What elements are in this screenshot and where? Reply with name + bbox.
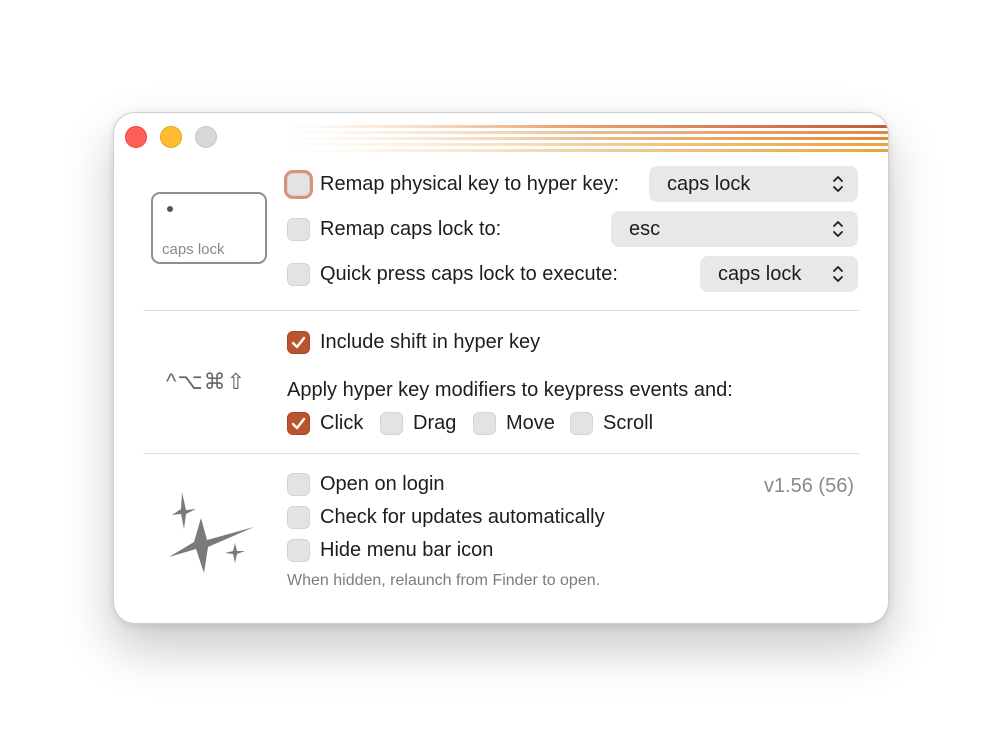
quick-press-popup[interactable]: caps lock <box>700 256 858 292</box>
hide-menu-bar-row: Hide menu bar icon <box>287 539 493 562</box>
event-drag-label: Drag <box>413 412 457 434</box>
remap-caps-lock-label: Remap caps lock to: <box>320 218 502 240</box>
remap-physical-key-row: Remap physical key to hyper key: <box>287 173 619 196</box>
event-move-label: Move <box>506 412 555 434</box>
hide-menu-bar-label: Hide menu bar icon <box>320 539 494 561</box>
include-shift-checkbox[interactable] <box>287 331 310 354</box>
modifier-symbols: ^⌥⌘⇧ <box>166 369 247 394</box>
physical-key-popup[interactable]: caps lock <box>649 166 858 202</box>
chevron-updown-icon <box>833 221 843 237</box>
settings-window: caps lock Remap physical key to hyper ke… <box>113 112 889 624</box>
event-drag-row: Drag <box>380 412 456 435</box>
event-scroll-row: Scroll <box>570 412 653 435</box>
check-updates-checkbox[interactable] <box>287 506 310 529</box>
version-label: v1.56 (56) <box>763 475 854 497</box>
chevron-updown-icon <box>833 176 843 192</box>
event-scroll-label: Scroll <box>603 412 654 434</box>
open-on-login-row: Open on login <box>287 473 445 496</box>
zoom-window-button[interactable] <box>195 126 217 148</box>
title-stripes-decoration <box>289 125 888 152</box>
check-updates-row: Check for updates automatically <box>287 506 605 529</box>
event-drag-checkbox[interactable] <box>380 412 403 435</box>
remap-caps-lock-row: Remap caps lock to: <box>287 218 501 241</box>
open-on-login-checkbox[interactable] <box>287 473 310 496</box>
open-on-login-label: Open on login <box>320 473 445 495</box>
event-move-checkbox[interactable] <box>473 412 496 435</box>
keycap-label: caps lock <box>162 241 225 258</box>
caps-lock-led-icon <box>167 206 173 212</box>
caps-lock-keycap-illustration: caps lock <box>151 192 267 264</box>
include-shift-row: Include shift in hyper key <box>287 331 540 354</box>
section-divider <box>143 453 859 454</box>
checkmark-icon <box>291 417 306 430</box>
caps-lock-target-popup[interactable]: esc <box>611 211 858 247</box>
close-window-button[interactable] <box>125 126 147 148</box>
quick-press-label: Quick press caps lock to execute: <box>320 263 618 285</box>
minimize-window-button[interactable] <box>160 126 182 148</box>
remap-physical-key-checkbox[interactable] <box>287 173 310 196</box>
remap-physical-key-label: Remap physical key to hyper key: <box>320 173 620 195</box>
event-scroll-checkbox[interactable] <box>570 412 593 435</box>
event-click-checkbox[interactable] <box>287 412 310 435</box>
apply-modifiers-text: Apply hyper key modifiers to keypress ev… <box>287 379 733 401</box>
quick-press-checkbox[interactable] <box>287 263 310 286</box>
checkmark-icon <box>291 336 306 349</box>
event-move-row: Move <box>473 412 555 435</box>
chevron-updown-icon <box>833 266 843 282</box>
event-click-label: Click <box>320 412 364 434</box>
quick-press-row: Quick press caps lock to execute: <box>287 263 618 286</box>
section-divider <box>143 310 859 311</box>
event-click-row: Click <box>287 412 363 435</box>
physical-key-popup-value: caps lock <box>667 172 751 195</box>
include-shift-label: Include shift in hyper key <box>320 331 541 353</box>
check-updates-label: Check for updates automatically <box>320 506 605 528</box>
apply-modifiers-heading: Apply hyper key modifiers to keypress ev… <box>287 379 733 402</box>
hide-menu-bar-checkbox[interactable] <box>287 539 310 562</box>
caps-lock-target-value: esc <box>629 217 661 240</box>
sparkles-icon <box>169 492 254 573</box>
remap-caps-lock-checkbox[interactable] <box>287 218 310 241</box>
hidden-hint-text: When hidden, relaunch from Finder to ope… <box>287 572 601 589</box>
quick-press-popup-value: caps lock <box>718 262 802 285</box>
